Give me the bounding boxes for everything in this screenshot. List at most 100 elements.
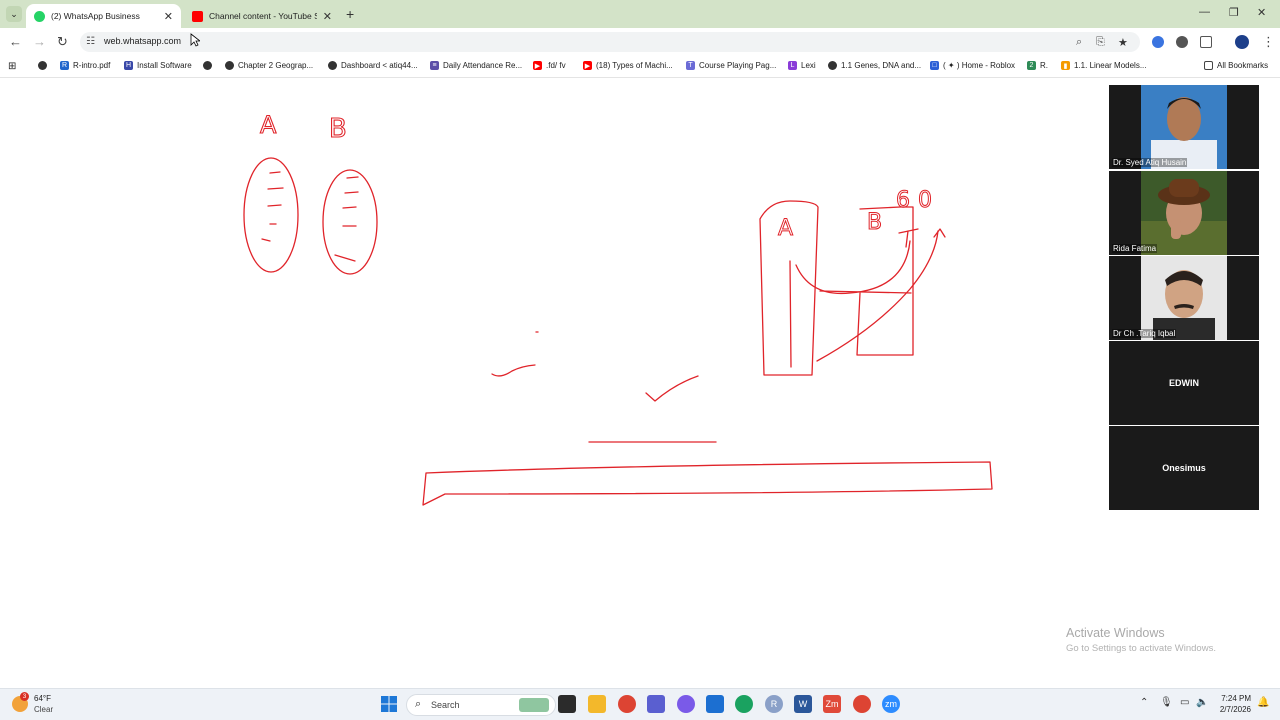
label-sixty: 60 bbox=[896, 188, 940, 213]
box-b-right bbox=[856, 206, 914, 356]
bookmark-label: Chapter 2 Geograp... bbox=[238, 61, 314, 70]
bookmark-label: Daily Attendance Re... bbox=[443, 61, 523, 70]
bookmark-item[interactable]: T Course Playing Pag... bbox=[686, 61, 776, 70]
task-view-icon[interactable] bbox=[558, 695, 576, 713]
zoom-app-icon[interactable]: Zm bbox=[823, 695, 841, 713]
restore-icon[interactable]: ❐ bbox=[1229, 6, 1239, 19]
extension-icon[interactable] bbox=[1152, 36, 1164, 48]
teams-icon[interactable] bbox=[647, 695, 665, 713]
participant-tile[interactable]: Onesimus bbox=[1109, 426, 1259, 510]
tab-search-button[interactable]: ⌄ bbox=[6, 6, 22, 22]
back-icon[interactable]: ← bbox=[9, 34, 22, 49]
taskbar-search[interactable]: ⌕ Search bbox=[406, 694, 556, 716]
participant-video bbox=[1141, 85, 1227, 169]
show-hidden-icons[interactable]: ⌃ bbox=[1140, 697, 1148, 708]
participant-tile[interactable]: Dr Ch .Tariq Iqbal bbox=[1109, 256, 1259, 340]
all-bookmarks[interactable]: All Bookmarks bbox=[1204, 61, 1268, 70]
bookmark-item[interactable]: ▮ 1.1. Linear Models... bbox=[1061, 61, 1146, 70]
whiteboard-canvas[interactable]: A B A B 60 bbox=[0, 79, 1280, 688]
h-icon: H bbox=[124, 61, 133, 70]
minimize-icon[interactable]: — bbox=[1199, 6, 1210, 18]
search-label: Search bbox=[431, 700, 460, 710]
r-icon: 2 bbox=[1027, 61, 1036, 70]
bookmark-item[interactable]: R R-intro.pdf bbox=[60, 61, 110, 70]
extensions-puzzle-icon[interactable] bbox=[1200, 36, 1212, 48]
address-bar[interactable]: ☷ web.whatsapp.com ⌕ ⎘ ★ bbox=[80, 32, 1140, 52]
bookmark-item[interactable]: 2 R. bbox=[1027, 61, 1048, 70]
check-mark bbox=[491, 364, 536, 377]
bookmark-item[interactable]: 1.1 Genes, DNA and... bbox=[828, 61, 921, 70]
word-icon[interactable]: W bbox=[794, 695, 812, 713]
notification-bell-icon[interactable]: 🔔 bbox=[1257, 697, 1269, 708]
course-icon: T bbox=[686, 61, 695, 70]
bookmark-item[interactable]: □ ( ✦ ) Home - Roblox bbox=[930, 61, 1015, 70]
all-bookmarks-label: All Bookmarks bbox=[1217, 61, 1269, 70]
long-bar-shape bbox=[422, 461, 993, 506]
extension-icon[interactable] bbox=[1176, 36, 1188, 48]
bookmark-item[interactable]: ≡ Daily Attendance Re... bbox=[430, 61, 522, 70]
file-explorer-icon[interactable] bbox=[588, 695, 606, 713]
zoom-app-icon[interactable]: zm bbox=[882, 695, 900, 713]
copilot-icon[interactable] bbox=[677, 695, 695, 713]
bookmark-item[interactable]: Dashboard < atiq44... bbox=[328, 61, 418, 70]
r-icon: R bbox=[60, 61, 69, 70]
tab-youtube-studio[interactable]: Channel content - YouTube Stu ✕ bbox=[184, 4, 340, 28]
network-icon[interactable]: ▭ bbox=[1180, 697, 1189, 708]
site-info-icon[interactable]: ☷ bbox=[86, 36, 95, 47]
notification-badge: 3 bbox=[20, 692, 29, 701]
bookmark-label: 1.1 Genes, DNA and... bbox=[841, 61, 922, 70]
apps-grid-icon[interactable]: ⊞ bbox=[8, 61, 16, 72]
r-icon[interactable]: R bbox=[765, 695, 783, 713]
tab-title: (2) WhatsApp Business bbox=[51, 11, 140, 21]
store-icon[interactable] bbox=[706, 695, 724, 713]
reload-icon[interactable]: ↻ bbox=[57, 34, 68, 50]
participant-tile[interactable]: Dr. Syed Atiq Husain bbox=[1109, 85, 1259, 169]
search-icon: ⌕ bbox=[415, 698, 422, 710]
bookmark-item[interactable]: H Install Software bbox=[124, 61, 192, 70]
close-window-icon[interactable]: ✕ bbox=[1257, 6, 1266, 19]
bookmark-item[interactable] bbox=[203, 61, 216, 70]
bookmark-label: R. bbox=[1040, 61, 1048, 70]
youtube-icon: ▶ bbox=[583, 61, 592, 70]
bookmark-star-icon[interactable]: ★ bbox=[1118, 36, 1128, 49]
connection-curve bbox=[816, 230, 939, 362]
url-text[interactable]: web.whatsapp.com bbox=[104, 36, 181, 46]
zoom-icon[interactable]: ⌕ bbox=[1076, 36, 1082, 49]
participant-tile[interactable]: Rida Fatima bbox=[1109, 171, 1259, 255]
participant-tile[interactable]: EDWIN bbox=[1109, 341, 1259, 425]
oval-set-a bbox=[243, 157, 299, 273]
windows-taskbar: 3 64°F Clear ⌕ Search R W Zm zm ⌃ 🎙 ▭ 🔈 … bbox=[0, 688, 1280, 720]
more-menu-icon[interactable]: ⋮ bbox=[1262, 34, 1275, 50]
clock-date[interactable]: 2/7/2026 bbox=[1211, 705, 1251, 714]
whiteboard-drawing[interactable]: A B A B 60 bbox=[0, 79, 1280, 688]
close-tab-icon[interactable]: ✕ bbox=[164, 10, 173, 23]
start-button[interactable] bbox=[380, 695, 398, 713]
roblox-icon: □ bbox=[930, 61, 939, 70]
bookmark-item[interactable]: Chapter 2 Geograp... bbox=[225, 61, 313, 70]
install-app-icon[interactable]: ⎘ bbox=[1096, 36, 1105, 49]
label-a-left: A bbox=[260, 111, 277, 139]
chrome-icon[interactable] bbox=[853, 695, 871, 713]
volume-icon[interactable]: 🔈 bbox=[1196, 697, 1208, 708]
tab-title: Channel content - YouTube Stu bbox=[209, 11, 317, 21]
tab-bar: ⌄ (2) WhatsApp Business ✕ Channel conten… bbox=[0, 0, 1280, 28]
bookmark-label: Install Software bbox=[137, 61, 192, 70]
bookmark-item[interactable]: L Lexi bbox=[788, 61, 816, 70]
activation-watermark-title: Activate Windows bbox=[1066, 626, 1165, 640]
activation-watermark-subtitle: Go to Settings to activate Windows. bbox=[1066, 643, 1216, 654]
bookmark-item[interactable] bbox=[38, 61, 51, 70]
youtube-icon: ▶ bbox=[533, 61, 542, 70]
close-tab-icon[interactable]: ✕ bbox=[323, 10, 332, 23]
bookmark-label: R-intro.pdf bbox=[73, 61, 111, 70]
bookmark-item[interactable]: ▶ (18) Types of Machi... bbox=[583, 61, 673, 70]
new-tab-button[interactable]: + bbox=[346, 6, 354, 22]
oval-set-b bbox=[322, 169, 378, 275]
microphone-icon[interactable]: 🎙 bbox=[1160, 697, 1173, 708]
bookmark-item[interactable]: ▶ .fd/ fv bbox=[533, 61, 566, 70]
profile-avatar[interactable] bbox=[1235, 35, 1249, 49]
tab-whatsapp[interactable]: (2) WhatsApp Business ✕ bbox=[26, 4, 181, 28]
edge-icon[interactable] bbox=[735, 695, 753, 713]
forward-icon[interactable]: → bbox=[33, 34, 46, 49]
clock-time[interactable]: 7:24 PM bbox=[1221, 694, 1251, 703]
chrome-icon[interactable] bbox=[618, 695, 636, 713]
